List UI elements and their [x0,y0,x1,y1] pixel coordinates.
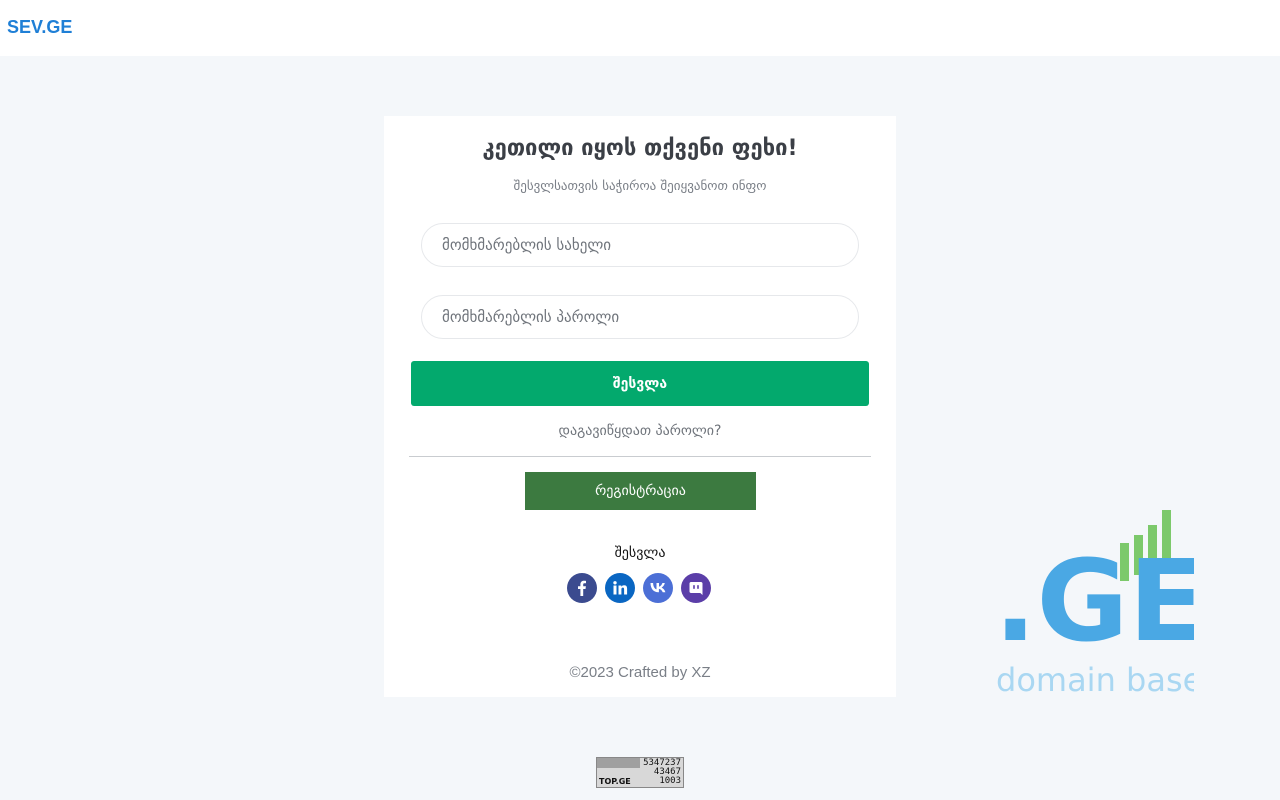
linkedin-login-button[interactable] [605,573,635,603]
ge-domain-logo: .GE domain base [994,510,1194,697]
welcome-title: კეთილი იყოს თქვენი ფეხი! [482,136,798,161]
logo-text: .GE [994,537,1194,667]
password-input[interactable] [421,295,859,339]
footer-credit: ©2023 Crafted by XZ [569,664,711,681]
forgot-password-link[interactable]: დაგავიწყდათ პაროლი? [384,423,896,439]
welcome-subtitle: შესვლსათვის საჭიროა შეიყვანოთ ინფო [513,179,767,194]
facebook-login-button[interactable] [567,573,597,603]
login-card: კეთილი იყოს თქვენი ფეხი! შესვლსათვის საჭ… [384,116,896,697]
brand-logo-link[interactable]: SEV.GE [7,17,72,38]
discord-icon [689,582,703,595]
top-navbar: SEV.GE [0,0,1280,56]
social-login-label: შესვლა [614,545,666,561]
vk-icon [650,583,666,593]
logo-tagline: domain base [996,661,1194,697]
vk-login-button[interactable] [643,573,673,603]
username-input[interactable] [421,223,859,267]
counter-label: TOP.GE [599,777,631,786]
linkedin-icon [613,581,628,595]
register-button[interactable]: რეგისტრაცია [525,472,756,510]
login-button[interactable]: შესვლა [411,361,869,406]
counter-value-3: 1003 [659,776,681,786]
top-ge-counter-badge[interactable]: 5347237 43467 TOP.GE 1003 [596,757,684,788]
divider [409,456,871,457]
discord-login-button[interactable] [681,573,711,603]
facebook-icon [578,580,586,596]
social-login-buttons [567,573,717,603]
